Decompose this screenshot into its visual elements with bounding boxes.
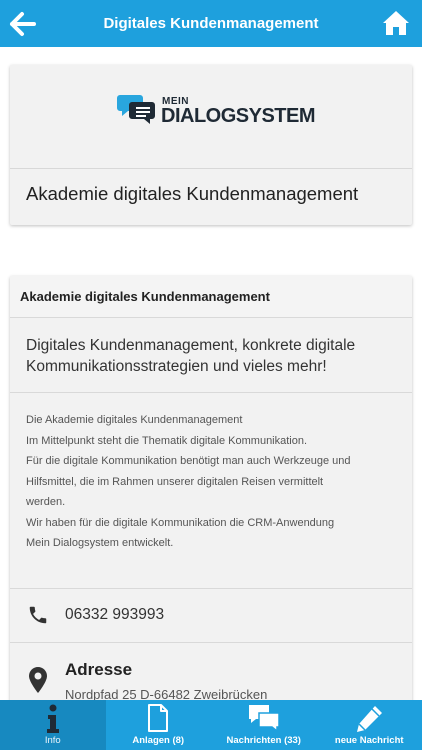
description-line: werden. [26,496,66,508]
description-line: Im Mittelpunkt steht die Thematik digita… [26,434,308,447]
tab-info-label: Info [44,735,61,746]
tab-info[interactable]: Info [0,700,106,750]
map-pin-icon [29,667,47,693]
subtitle-line: Digitales Kundenmanagement, konkrete dig… [26,337,356,354]
tab-anlagen[interactable]: Anlagen (8) [106,700,212,750]
page-title: Digitales Kundenmanagement [103,15,319,32]
logo-text-main: DIALOGSYSTEM [161,105,316,127]
detail-card: Akademie digitales Kundenmanagement Digi… [10,276,412,716]
tab-anlagen-label: Anlagen (8) [132,735,185,746]
bottom-tab-bar: Info Anlagen (8) Nachrichten (33) neue N… [0,700,422,750]
document-icon [148,704,169,732]
mein-dialogsystem-logo: MEIN DIALOGSYSTEM [10,65,412,169]
brand-card-title: Akademie digitales Kundenmanagement [26,183,359,204]
description-line: Mein Dialogsystem entwickelt. [26,537,174,549]
detail-card-header: Akademie digitales Kundenmanagement [10,276,412,318]
address-label: Adresse [65,660,133,679]
description-line: Wir haben für die digitale Kommunikation… [26,516,335,529]
phone-icon [29,606,47,624]
brand-card: MEIN DIALOGSYSTEM Akademie digitales Kun… [10,65,412,225]
tab-nachrichten-label: Nachrichten (33) [226,735,301,746]
home-icon[interactable] [382,9,410,37]
phone-number[interactable]: 06332 993993 [65,606,164,624]
phone-row[interactable]: 06332 993993 [10,589,412,643]
pencil-icon [357,706,383,732]
app-header: Digitales Kundenmanagement [0,0,422,47]
info-icon [46,704,59,733]
description-line: Die Akademie digitales Kundenmanagement [26,414,243,426]
detail-card-subtitle: Digitales Kundenmanagement, konkrete dig… [10,318,412,393]
description-line: Hilfsmittel, die im Rahmen unserer digit… [26,475,324,488]
subtitle-line: Kommunikationsstrategien und vieles mehr… [26,358,327,375]
detail-card-description: Die Akademie digitales Kundenmanagement … [10,393,412,589]
chat-icon [248,705,280,732]
tab-neue-nachricht[interactable]: neue Nachricht [317,700,422,750]
description-line: Für die digitale Kommunikation benötigt … [26,455,351,467]
tab-neue-nachricht-label: neue Nachricht [334,735,404,746]
tab-nachrichten[interactable]: Nachrichten (33) [211,700,317,750]
chat-bubbles-logo-icon [117,95,155,124]
